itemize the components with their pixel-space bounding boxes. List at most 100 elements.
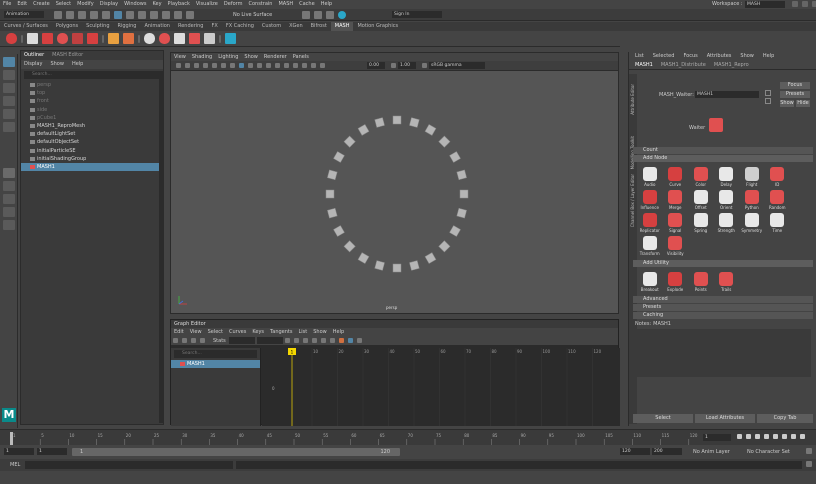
menu-help[interactable]: Help [72, 60, 83, 69]
mash-node-merge[interactable]: Merge [663, 190, 689, 210]
exposure-field[interactable]: 0.00 [367, 62, 385, 69]
normalize-icon[interactable] [356, 338, 362, 343]
anim-start-field[interactable]: 1 [4, 448, 34, 455]
hypershade-icon[interactable] [338, 11, 346, 19]
menu-create[interactable]: Create [30, 0, 53, 9]
outliner-item[interactable]: pCube1 [21, 114, 163, 122]
copy-tab-button[interactable]: Copy Tab [757, 414, 813, 423]
mash-loop-icon[interactable] [144, 33, 155, 44]
camera-icon[interactable] [176, 63, 181, 68]
mash-blast-icon[interactable] [189, 33, 200, 44]
notes-field[interactable] [635, 329, 811, 377]
redo-icon[interactable] [102, 11, 110, 19]
section-count[interactable]: Count [633, 147, 813, 154]
outliner-item[interactable]: persp [21, 81, 163, 89]
select-hierarchy-icon[interactable] [114, 11, 122, 19]
move-key-icon[interactable] [173, 338, 178, 343]
mash-bake-icon[interactable] [225, 33, 236, 44]
render-icon[interactable] [302, 11, 310, 19]
mash-node-python[interactable]: Python [739, 190, 765, 210]
mode-select[interactable]: Animation [4, 11, 44, 18]
shelf-tab[interactable]: Motion Graphics [353, 22, 402, 31]
play-forward-icon[interactable] [773, 434, 778, 439]
maximize-icon[interactable] [802, 1, 808, 7]
mash-node-breakout[interactable]: Breakout [637, 272, 663, 292]
ipr-render-icon[interactable] [314, 11, 322, 19]
select-button[interactable]: Select [633, 414, 693, 423]
playback-end-field[interactable]: 120 [620, 448, 650, 455]
go-to-end-icon[interactable] [800, 434, 805, 439]
anim-layer-select[interactable]: No Anim Layer [693, 448, 730, 456]
close-icon[interactable] [812, 1, 816, 7]
new-scene-icon[interactable] [54, 11, 62, 19]
show-button[interactable]: Show [780, 100, 794, 107]
bookmark-icon[interactable] [194, 63, 199, 68]
graph-menu-tangents[interactable]: Tangents [270, 328, 292, 336]
film-gate-icon[interactable] [221, 63, 226, 68]
outliner-item[interactable]: initialParticleSE [21, 147, 163, 155]
presets-button[interactable]: Presets [780, 91, 810, 98]
mash-node-delay[interactable]: Delay [714, 167, 740, 187]
mash-node-transform[interactable]: Transform [637, 236, 663, 256]
auto-frame-icon[interactable] [347, 338, 353, 343]
four-pane-icon[interactable] [3, 181, 15, 191]
resolution-gate-icon[interactable] [230, 63, 235, 68]
gamma-field[interactable]: 1.00 [398, 62, 416, 69]
section-add-node[interactable]: Add Node [633, 155, 813, 162]
flat-tangent-icon[interactable] [329, 338, 335, 343]
mash-node-random[interactable]: Random [765, 190, 791, 210]
tab-mash-editor[interactable]: MASH Editor [52, 51, 83, 60]
lights-icon[interactable] [266, 63, 271, 68]
color-space-select[interactable]: sRGB gamma [429, 62, 485, 69]
mash-refresh-icon[interactable] [57, 33, 68, 44]
menu-windows[interactable]: Windows [121, 0, 149, 9]
mash-node-signal[interactable]: Signal [663, 213, 689, 233]
menu-display[interactable]: Display [97, 0, 121, 9]
graph-menu-list[interactable]: List [298, 328, 307, 336]
step-tangent-icon[interactable] [320, 338, 326, 343]
graph-menu-view[interactable]: View [190, 328, 202, 336]
camera-attr-icon[interactable] [185, 63, 190, 68]
workspace-select[interactable]: MASH [745, 1, 785, 8]
shelf-tab[interactable]: Custom [258, 22, 285, 31]
mash-node-symmetry[interactable]: Symmetry [739, 213, 765, 233]
tab-mash1-repro[interactable]: MASH1_Repro [714, 61, 749, 70]
shelf-tab[interactable]: Rigging [114, 22, 141, 31]
select-object-icon[interactable] [126, 11, 134, 19]
current-frame-field[interactable]: 1 [703, 434, 731, 441]
mash-node-offset[interactable]: Offset [688, 190, 714, 210]
mash-node-orient[interactable]: Orient [714, 190, 740, 210]
menu-mash[interactable]: MASH [275, 0, 296, 9]
output-connection-icon[interactable] [765, 98, 771, 104]
shelf-tab[interactable]: FX [208, 22, 222, 31]
mash-node-audio[interactable]: Audio [637, 167, 663, 187]
viewport-menu-shading[interactable]: Shading [192, 53, 212, 61]
input-connection-icon[interactable] [765, 90, 771, 96]
viewport-scene[interactable] [171, 72, 618, 312]
motion-blur-icon[interactable] [293, 63, 298, 68]
section-advanced[interactable]: Advanced [633, 296, 813, 303]
section-add-utility[interactable]: Add Utility [633, 260, 813, 267]
outliner-search-input[interactable]: Search... [24, 71, 160, 79]
graph-menu-edit[interactable]: Edit [174, 328, 184, 336]
step-forward-frame-icon[interactable] [782, 434, 787, 439]
render-settings-icon[interactable] [326, 11, 334, 19]
menu-cache[interactable]: Cache [296, 0, 318, 9]
attr-menu-help[interactable]: Help [763, 52, 774, 61]
insert-key-icon[interactable] [182, 338, 187, 343]
graph-menu-select[interactable]: Select [208, 328, 223, 336]
viewport-menu-show[interactable]: Show [244, 53, 258, 61]
range-slider[interactable]: 1 120 [72, 448, 400, 456]
menu-help[interactable]: Help [318, 0, 335, 9]
menu-modify[interactable]: Modify [74, 0, 97, 9]
select-tool-icon[interactable] [3, 57, 15, 67]
menu-display[interactable]: Display [24, 60, 42, 69]
lattice-key-icon[interactable] [191, 338, 196, 343]
mash-node-points[interactable]: Points [688, 272, 714, 292]
mash-node-curve[interactable]: Curve [663, 167, 689, 187]
mash-list-icon[interactable] [27, 33, 38, 44]
single-pane-icon[interactable] [3, 168, 15, 178]
two-pane-icon[interactable] [3, 194, 15, 204]
image-plane-icon[interactable] [203, 63, 208, 68]
svg-tool-icon[interactable] [123, 33, 134, 44]
